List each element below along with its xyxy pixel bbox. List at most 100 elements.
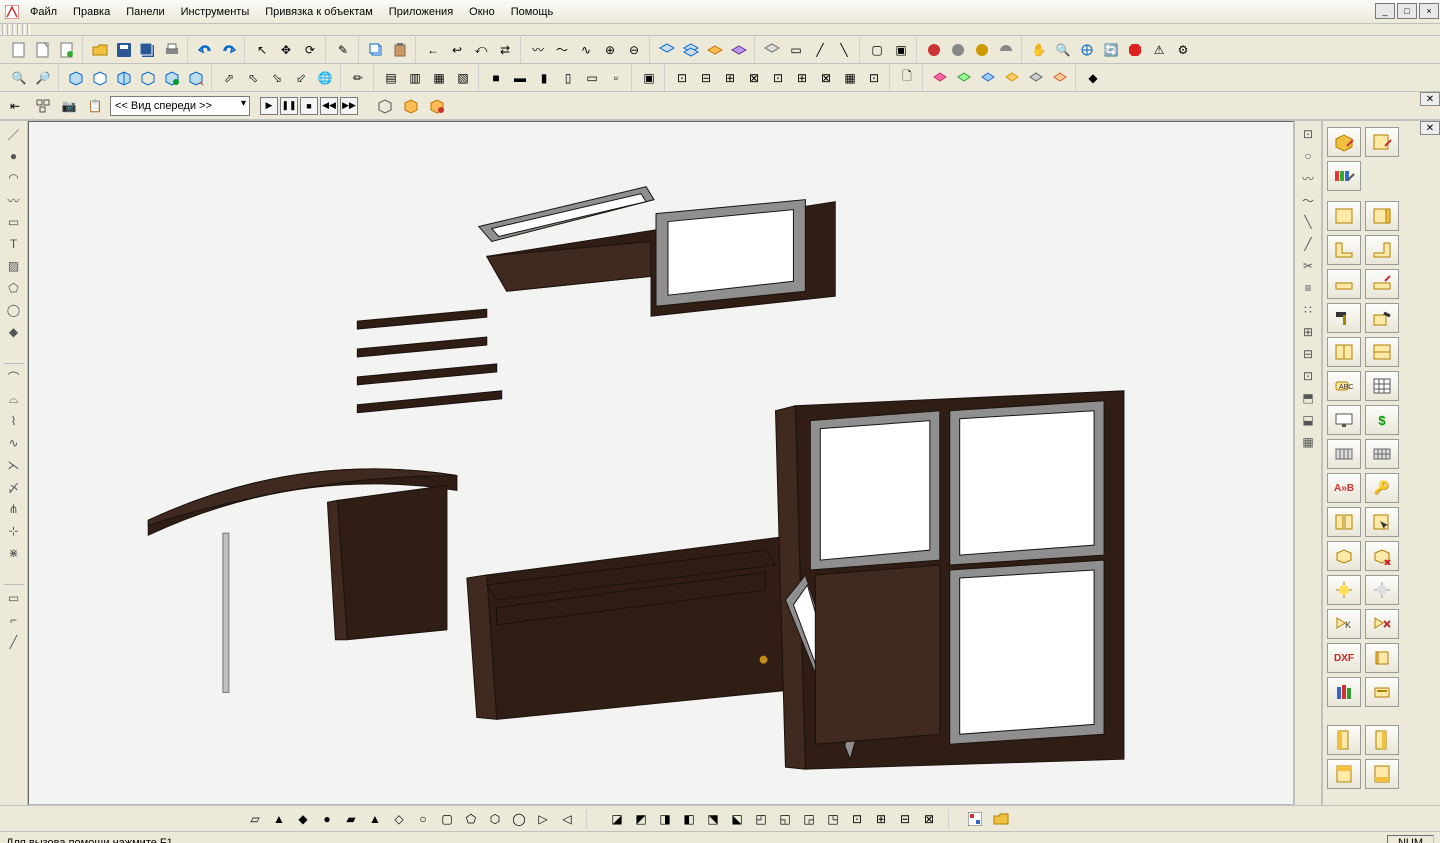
bt-box-hammer-icon[interactable] (1365, 303, 1399, 333)
ellipse-tool-icon[interactable]: ◯ (5, 301, 23, 319)
bshape5-icon[interactable]: ▰ (340, 808, 362, 830)
cube2-icon[interactable] (89, 67, 111, 89)
bgrip6-icon[interactable]: ⬕ (726, 808, 748, 830)
bt-book-icon[interactable] (1365, 643, 1399, 673)
sn7-icon[interactable]: ⊠ (815, 67, 837, 89)
menu-window[interactable]: Окно (461, 0, 503, 23)
bt-cube-x-icon[interactable] (1365, 541, 1399, 571)
poly6-icon[interactable]: 〆 (5, 478, 23, 496)
forward-button[interactable]: ▶▶ (340, 97, 358, 115)
sq5-icon[interactable]: ▭ (581, 67, 603, 89)
warning-icon[interactable]: ⚠ (1148, 39, 1170, 61)
mat4-icon[interactable] (1001, 67, 1023, 89)
rn13-icon[interactable]: ⬒ (1299, 389, 1317, 407)
dir2-icon[interactable]: ⬁ (242, 67, 264, 89)
bt-panel-top-icon[interactable] (1327, 201, 1361, 231)
new3-icon[interactable] (56, 39, 78, 61)
bgrip1-icon[interactable]: ◪ (606, 808, 628, 830)
bt-L-right-icon[interactable] (1365, 235, 1399, 265)
bt-edge-edit-icon[interactable] (1365, 269, 1399, 299)
refresh-icon[interactable]: 🔄 (1100, 39, 1122, 61)
sphere-gray-icon[interactable] (947, 39, 969, 61)
pause-button[interactable]: ❚❚ (280, 97, 298, 115)
sn4-icon[interactable]: ⊠ (743, 67, 765, 89)
bgrip5-icon[interactable]: ⬔ (702, 808, 724, 830)
bshape12-icon[interactable]: ◯ (508, 808, 530, 830)
layer4-icon[interactable] (728, 39, 750, 61)
render-icon[interactable]: ⚙ (1172, 39, 1194, 61)
bshape10-icon[interactable]: ⬠ (460, 808, 482, 830)
al1-icon[interactable]: ▤ (380, 67, 402, 89)
dir1-icon[interactable]: ⬀ (218, 67, 240, 89)
bshape4-icon[interactable]: ● (316, 808, 338, 830)
dir3-icon[interactable]: ⬂ (266, 67, 288, 89)
open-icon[interactable] (89, 39, 111, 61)
bt-colors-icon[interactable] (1327, 161, 1361, 191)
layer2-icon[interactable] (680, 39, 702, 61)
rn2-icon[interactable]: ○ (1299, 147, 1317, 165)
save-icon[interactable] (113, 39, 135, 61)
polygon-tool-icon[interactable]: ⬠ (5, 279, 23, 297)
bgrip11-icon[interactable]: ⊡ (846, 808, 868, 830)
bt-cube-pencil-icon[interactable] (1327, 127, 1361, 157)
rn15-icon[interactable]: ▦ (1299, 433, 1317, 451)
stop-icon[interactable] (1124, 39, 1146, 61)
bt-split-h-icon[interactable] (1327, 337, 1361, 367)
pointer-icon[interactable]: ↖ (251, 39, 273, 61)
rn1-icon[interactable]: ⊡ (1299, 125, 1317, 143)
cube1-icon[interactable] (65, 67, 87, 89)
hatch-tool-icon[interactable]: ▨ (5, 257, 23, 275)
menu-snap[interactable]: Привязка к объектам (257, 0, 381, 23)
redo-icon[interactable] (218, 39, 240, 61)
swap-icon[interactable]: ⇄ (494, 39, 516, 61)
viewport-3d[interactable] (28, 121, 1294, 805)
layer3-icon[interactable] (704, 39, 726, 61)
undo-icon[interactable] (194, 39, 216, 61)
spline-tool-icon[interactable]: 〰 (5, 191, 23, 209)
view-select[interactable]: << Вид спереди >> (110, 96, 250, 116)
bt-panel-right-icon[interactable] (1365, 201, 1399, 231)
back-arrow3-icon[interactable]: ⤺ (470, 39, 492, 61)
bt-door-right-icon[interactable] (1365, 725, 1399, 755)
bt-dollar-icon[interactable]: $ (1365, 405, 1399, 435)
bt-sheet-pencil-icon[interactable] (1365, 127, 1399, 157)
sn1-icon[interactable]: ⊡ (671, 67, 693, 89)
bt-burst-gray-icon[interactable] (1365, 575, 1399, 605)
viewbar-close-icon[interactable]: ✕ (1420, 92, 1440, 106)
rn4-icon[interactable]: 〜 (1299, 191, 1317, 209)
box-view3-icon[interactable] (426, 95, 448, 117)
poly3-icon[interactable]: ⌇ (5, 412, 23, 430)
dimB-icon[interactable]: ⌐ (5, 611, 23, 629)
clip-icon[interactable]: 📋 (84, 95, 106, 117)
dimA-icon[interactable]: ▭ (5, 589, 23, 607)
bshape13-icon[interactable]: ▷ (532, 808, 554, 830)
cube6-icon[interactable] (185, 67, 207, 89)
bshape6-icon[interactable]: ▲ (364, 808, 386, 830)
rn10-icon[interactable]: ⊞ (1299, 323, 1317, 341)
poly8-icon[interactable]: ⊹ (5, 522, 23, 540)
bt-key-icon[interactable]: 🔑 (1365, 473, 1399, 503)
bool1-icon[interactable]: ⊕ (599, 39, 621, 61)
orbit-icon[interactable] (1076, 39, 1098, 61)
circle-tool-icon[interactable]: ● (5, 147, 23, 165)
sn2-icon[interactable]: ⊟ (695, 67, 717, 89)
menu-panels[interactable]: Панели (118, 0, 172, 23)
maximize-button[interactable]: □ (1397, 3, 1417, 19)
curve1-icon[interactable]: 〰 (527, 39, 549, 61)
bt-L-left-icon[interactable] (1327, 235, 1361, 265)
zoom-fit-icon[interactable]: 🔎 (32, 67, 54, 89)
minimize-button[interactable]: _ (1375, 3, 1395, 19)
layer1-icon[interactable] (656, 39, 678, 61)
rn8-icon[interactable]: ≡ (1299, 279, 1317, 297)
zoom-icon[interactable]: 🔍 (1052, 39, 1074, 61)
bt-grid2-icon[interactable] (1365, 439, 1399, 469)
hand-icon[interactable]: ✋ (1028, 39, 1050, 61)
bgrip7-icon[interactable]: ◰ (750, 808, 772, 830)
mat2-icon[interactable] (953, 67, 975, 89)
menu-edit[interactable]: Правка (65, 0, 118, 23)
bt-edge-icon[interactable] (1327, 269, 1361, 299)
cube3-icon[interactable] (113, 67, 135, 89)
new2-icon[interactable] (32, 39, 54, 61)
menu-file[interactable]: Файл (22, 0, 65, 23)
box-view-icon[interactable] (374, 95, 396, 117)
